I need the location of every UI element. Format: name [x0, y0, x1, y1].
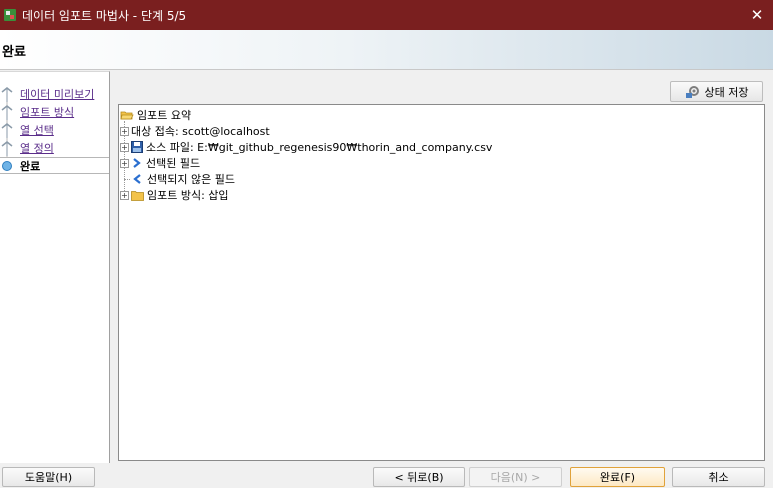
tree-item-target-connection[interactable]: + 대상 접속: scott@localhost [120, 123, 270, 139]
step-label: 열 정의 [20, 141, 54, 155]
step-label: 데이터 미리보기 [20, 87, 95, 101]
step-finish[interactable]: 완료 [0, 157, 109, 174]
current-step-icon [0, 157, 14, 174]
cancel-button[interactable]: 취소 [672, 467, 765, 487]
import-summary-tree[interactable]: 임포트 요약 + 대상 접속: scott@localhost + 소스 파일:… [118, 104, 765, 461]
step-data-preview[interactable]: 데이터 미리보기 [0, 85, 109, 102]
tree-item-import-method[interactable]: + 임포트 방식: 삽입 [120, 187, 229, 203]
sql-developer-icon [4, 9, 16, 21]
window-titlebar: 데이터 임포트 마법사 - 단계 5/5 ✕ [0, 0, 773, 30]
tree-item-selected-fields[interactable]: + 선택된 필드 [120, 155, 200, 171]
arrow-right-icon [131, 157, 143, 169]
step-label: 임포트 방식 [20, 105, 75, 119]
tree-root-label: 임포트 요약 [137, 109, 192, 122]
tree-root[interactable]: 임포트 요약 [120, 107, 191, 123]
help-button[interactable]: 도움말(H) [2, 467, 95, 487]
step-done-icon [0, 139, 14, 156]
tree-item-label: 대상 접속: scott@localhost [131, 125, 270, 138]
expand-icon[interactable]: + [120, 158, 129, 168]
step-done-icon [0, 103, 14, 120]
expand-icon[interactable]: + [120, 142, 129, 152]
wizard-header: 완료 [0, 30, 773, 70]
tree-item-label: 선택되지 않은 필드 [147, 173, 235, 186]
save-state-button[interactable]: 상태 저장 [670, 81, 763, 102]
tree-connector [124, 179, 130, 180]
tree-item-source-file[interactable]: + 소스 파일: E:₩git_github_regenesis90₩thori… [120, 139, 492, 155]
page-title: 완료 [2, 45, 26, 60]
step-label: 완료 [20, 159, 41, 173]
step-column-select[interactable]: 열 선택 [0, 121, 109, 138]
finish-button[interactable]: 완료(F) [570, 467, 665, 487]
expand-icon[interactable]: + [120, 126, 129, 136]
step-done-icon [0, 121, 14, 138]
wizard-button-bar: 도움말(H) < 뒤로(B) 다음(N) > 완료(F) 취소 [0, 463, 773, 488]
arrow-left-icon [132, 173, 144, 185]
expand-icon[interactable]: + [120, 190, 129, 200]
step-label: 열 선택 [20, 123, 54, 137]
back-button[interactable]: < 뒤로(B) [373, 467, 465, 487]
close-icon[interactable]: ✕ [741, 0, 773, 30]
tree-item-label: 임포트 방식: 삽입 [147, 189, 229, 202]
gear-save-icon [685, 85, 701, 99]
step-done-icon [0, 85, 14, 102]
wizard-steps-sidebar: 데이터 미리보기 임포트 방식 열 선택 열 정의 완료 [0, 71, 110, 463]
folder-icon [131, 190, 144, 201]
tree-item-unselected-fields[interactable]: 선택되지 않은 필드 [132, 171, 235, 187]
step-column-definition[interactable]: 열 정의 [0, 139, 109, 156]
save-state-label: 상태 저장 [704, 85, 749, 99]
tree-item-label: 선택된 필드 [146, 157, 201, 170]
step-import-method[interactable]: 임포트 방식 [0, 103, 109, 120]
disk-icon [131, 141, 143, 153]
open-folder-icon [120, 109, 134, 121]
window-title: 데이터 임포트 마법사 - 단계 5/5 [22, 8, 187, 23]
tree-item-label: 소스 파일: E:₩git_github_regenesis90₩thorin_… [146, 141, 493, 154]
next-button[interactable]: 다음(N) > [469, 467, 562, 487]
